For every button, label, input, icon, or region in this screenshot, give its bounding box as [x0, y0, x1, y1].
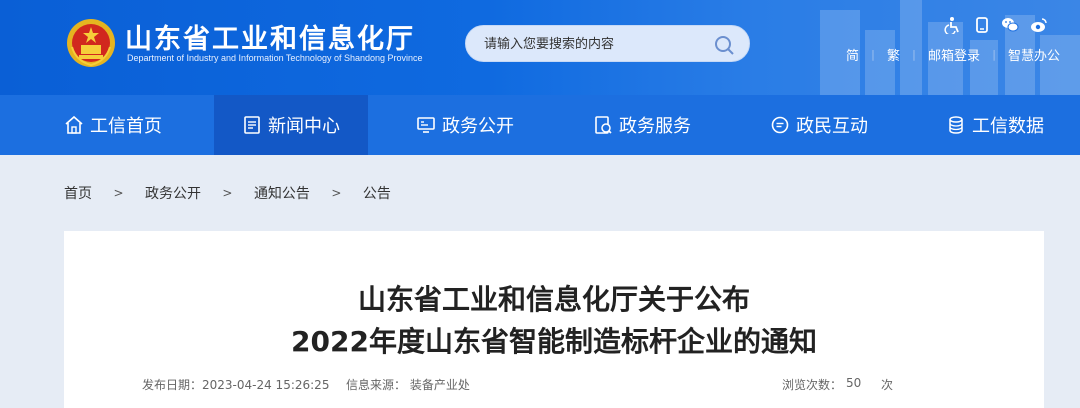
nav-item-label: 政民互动 — [796, 116, 868, 137]
traditional-link[interactable]: 繁 — [887, 45, 900, 64]
breadcrumb-separator: > — [331, 186, 342, 200]
site-title[interactable]: 山东省工业和信息化厅 — [125, 17, 415, 56]
accessibility-icon[interactable] — [944, 16, 962, 34]
breadcrumb-announcement[interactable]: 公告 — [363, 183, 391, 203]
search-icon[interactable] — [713, 34, 735, 56]
monitor-icon — [417, 117, 435, 133]
views-unit: 次 — [881, 378, 894, 392]
nav-item-label: 工信首页 — [90, 116, 162, 137]
weibo-icon[interactable] — [1030, 16, 1048, 34]
article-panel: 山东省工业和信息化厅关于公布 2022年度山东省智能制造标杆企业的通知 发布日期… — [64, 231, 1044, 408]
simplified-link[interactable]: 简 — [846, 45, 859, 64]
nav-item-data[interactable]: 工信数据 — [946, 95, 1044, 155]
wechat-icon[interactable] — [1001, 16, 1019, 34]
news-icon — [244, 116, 260, 134]
home-icon — [65, 115, 83, 134]
article-title-line1: 山东省工业和信息化厅关于公布 — [357, 283, 750, 316]
nav-item-label: 政务服务 — [619, 116, 691, 137]
nav-item-home[interactable]: 工信首页 — [64, 95, 162, 155]
service-icon — [595, 116, 612, 134]
mail-login-link[interactable]: 邮箱登录 — [928, 45, 980, 64]
site-subtitle: Department of Industry and Information T… — [127, 53, 423, 63]
nav-item-gov-affairs[interactable]: 政务公开 — [416, 95, 514, 155]
info-source: 信息来源： 装备产业处 — [346, 378, 470, 392]
site-header: 山东省工业和信息化厅 Department of Industry and In… — [0, 0, 1080, 95]
top-links: 简 | 繁 | 邮箱登录 | 智慧办公 — [846, 45, 1060, 64]
nav-item-label: 新闻中心 — [268, 116, 340, 137]
nav-item-news[interactable]: 新闻中心 — [214, 95, 368, 155]
smart-office-link[interactable]: 智慧办公 — [1008, 45, 1060, 64]
breadcrumb-home[interactable]: 首页 — [64, 183, 92, 203]
breadcrumb-separator: > — [113, 186, 124, 200]
nav-item-interaction[interactable]: 政民互动 — [770, 95, 868, 155]
link-separator: | — [912, 48, 916, 61]
breadcrumb-gov-affairs[interactable]: 政务公开 — [145, 183, 201, 203]
breadcrumb: 首页 > 政务公开 > 通知公告 > 公告 — [64, 183, 391, 203]
main-nav: 工信首页 新闻中心 政务公开 政务服务 政民互动 工信数据 — [0, 95, 1080, 155]
breadcrumb-separator: > — [222, 186, 233, 200]
views-label: 浏览次数： — [782, 378, 843, 392]
top-icon-bar — [944, 16, 1048, 38]
search-box — [465, 25, 750, 62]
article-title-line2: 2022年度山东省智能制造标杆企业的通知 — [291, 325, 817, 358]
mobile-icon[interactable] — [973, 16, 991, 34]
publish-date: 发布日期：2023-04-24 15:26:25 — [142, 378, 330, 392]
link-separator: | — [871, 48, 875, 61]
database-icon — [949, 116, 963, 134]
chat-icon — [771, 116, 789, 134]
views-count: 50 — [846, 376, 862, 390]
link-separator: | — [992, 48, 996, 61]
nav-item-gov-services[interactable]: 政务服务 — [593, 95, 691, 155]
article-title: 山东省工业和信息化厅关于公布 2022年度山东省智能制造标杆企业的通知 — [64, 279, 1044, 363]
national-emblem-icon — [67, 19, 115, 67]
breadcrumb-notices[interactable]: 通知公告 — [254, 183, 310, 203]
nav-item-label: 政务公开 — [442, 116, 514, 137]
nav-item-label: 工信数据 — [972, 116, 1044, 137]
search-input[interactable] — [484, 34, 704, 54]
